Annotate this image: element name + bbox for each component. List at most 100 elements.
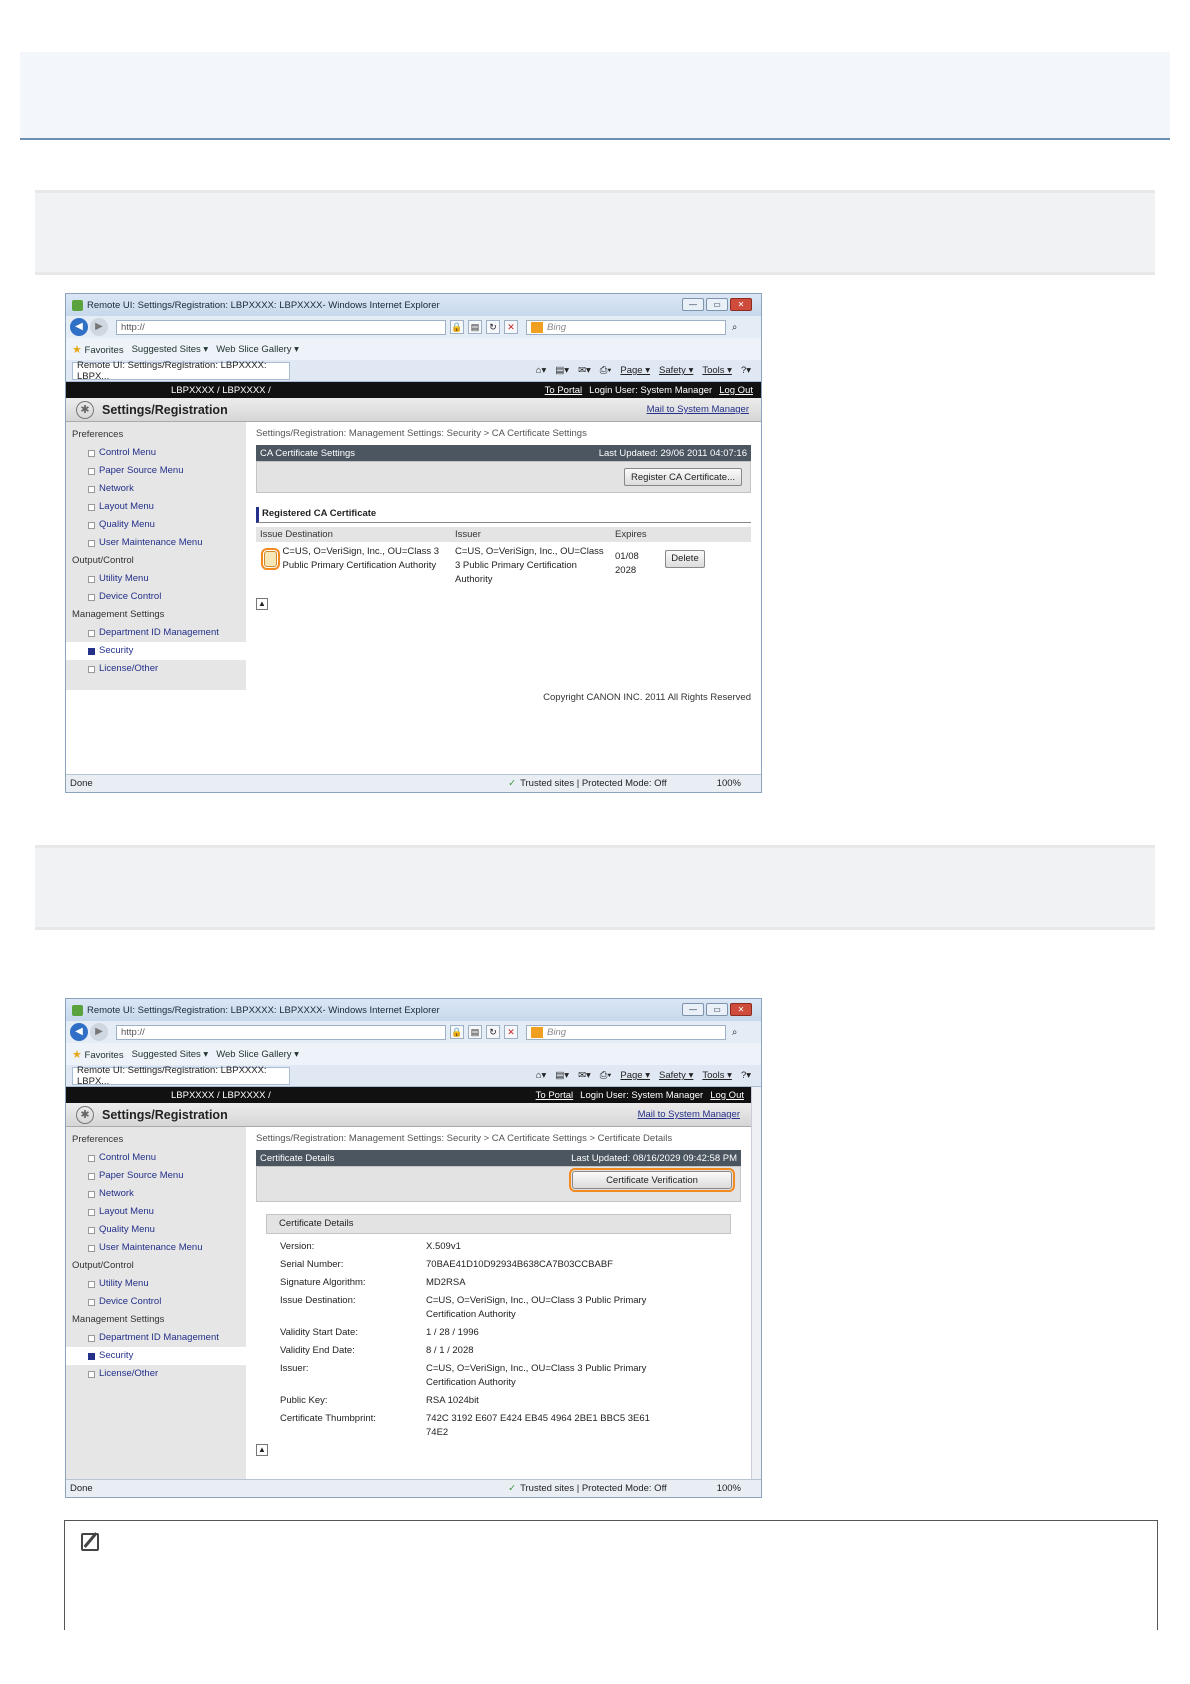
back-icon[interactable]: ◀ [70,318,88,336]
scroll-top-icon[interactable]: ▲ [256,1444,268,1456]
home-icon[interactable]: ⌂▾ [536,365,547,376]
sidebar-section-preferences: Preferences [72,1134,124,1145]
col-issue-destination: Issue Destination [256,527,451,542]
web-slice-gallery[interactable]: Web Slice Gallery ▾ [216,344,299,355]
close-button[interactable]: ✕ [730,298,752,311]
print-icon[interactable]: ⎙▾ [600,1070,612,1081]
sidebar-item-quality[interactable]: Quality Menu [66,516,246,534]
zoom-level[interactable]: 100% [717,778,741,789]
delete-button[interactable]: Delete [665,550,705,568]
device-bar: LBPXXXX / LBPXXXX / To Portal Login User… [66,1087,752,1103]
sidebar-item-utility[interactable]: Utility Menu [66,570,246,588]
sidebar-item-device-control[interactable]: Device Control [66,588,246,606]
compat-icon[interactable]: ▤ [468,320,482,334]
lock-icon[interactable]: 🔒 [450,320,464,334]
zoom-level[interactable]: 100% [717,1483,741,1494]
suggested-sites[interactable]: Suggested Sites ▾ [132,344,209,355]
detail-value: 70BAE41D10D92934B638CA7B03CCBABF [426,1259,613,1270]
sidebar-item-paper-source[interactable]: Paper Source Menu [66,1167,246,1185]
compat-icon[interactable]: ▤ [468,1025,482,1039]
sidebar-item-paper-source[interactable]: Paper Source Menu [66,462,246,480]
search-input[interactable]: Bing [526,319,726,335]
to-portal-link[interactable]: To Portal [545,385,583,396]
feeds-icon[interactable]: ▤▾ [555,1070,569,1081]
search-input[interactable]: Bing [526,1024,726,1040]
minimize-button[interactable]: — [682,1003,704,1016]
page-menu[interactable]: Page ▾ [620,1070,650,1081]
forward-icon[interactable]: ▶ [90,318,108,336]
suggested-sites[interactable]: Suggested Sites ▾ [132,1049,209,1060]
forward-icon[interactable]: ▶ [90,1023,108,1041]
back-icon[interactable]: ◀ [70,1023,88,1041]
command-bar: ⌂▾ ▤▾ ✉▾ ⎙▾ Page ▾ Safety ▾ Tools ▾ ?▾ [536,365,751,376]
tools-menu[interactable]: Tools ▾ [702,1070,732,1081]
refresh-icon[interactable]: ↻ [486,1025,500,1039]
sidebar-item-user-maintenance[interactable]: User Maintenance Menu [66,1239,246,1257]
sidebar-item-control-menu[interactable]: Control Menu [66,1149,246,1167]
mail-icon[interactable]: ✉▾ [578,1070,591,1081]
web-slice-gallery[interactable]: Web Slice Gallery ▾ [216,1049,299,1060]
home-icon[interactable]: ⌂▾ [536,1070,547,1081]
star-icon: ★ [72,1048,82,1061]
refresh-icon[interactable]: ↻ [486,320,500,334]
sidebar-item-license[interactable]: License/Other [66,660,246,678]
sidebar-item-quality[interactable]: Quality Menu [66,1221,246,1239]
browser-tab[interactable]: Remote UI: Settings/Registration: LBPXXX… [72,360,290,382]
register-ca-certificate-button[interactable]: Register CA Certificate... [623,468,742,486]
sidebar-item-device-control[interactable]: Device Control [66,1293,246,1311]
sidebar-item-control-menu[interactable]: Control Menu [66,444,246,462]
sidebar-item-utility[interactable]: Utility Menu [66,1275,246,1293]
help-icon[interactable]: ?▾ [741,365,751,376]
tools-menu[interactable]: Tools ▾ [702,365,732,376]
sidebar-item-security[interactable]: Security [66,642,246,660]
sidebar-item-layout[interactable]: Layout Menu [66,498,246,516]
maximize-button[interactable]: ▭ [706,1003,728,1016]
feeds-icon[interactable]: ▤▾ [555,365,569,376]
col-issuer: Issuer [451,527,611,542]
favorites-button[interactable]: ★ Favorites [72,1048,124,1061]
certificate-details-header: Certificate Details [266,1214,731,1234]
panel-header: Certificate Details Last Updated: 08/16/… [256,1150,741,1166]
maximize-button[interactable]: ▭ [706,298,728,311]
mail-icon[interactable]: ✉▾ [578,365,591,376]
browser-tab[interactable]: Remote UI: Settings/Registration: LBPXXX… [72,1065,290,1087]
vertical-scrollbar[interactable] [751,1087,761,1479]
close-button[interactable]: ✕ [730,1003,752,1016]
detail-label: Signature Algorithm: [280,1277,366,1288]
lock-icon[interactable]: 🔒 [450,1025,464,1039]
sidebar-item-security[interactable]: Security [66,1347,246,1365]
log-out-link[interactable]: Log Out [719,385,753,396]
sidebar-item-license[interactable]: License/Other [66,1365,246,1383]
mail-to-manager-link[interactable]: Mail to System Manager [647,404,749,415]
mail-to-manager-link[interactable]: Mail to System Manager [638,1109,740,1120]
detail-label: Public Key: [280,1395,328,1406]
certificate-verification-button[interactable]: Certificate Verification [569,1168,735,1192]
detail-row: Public Key: RSA 1024bit [280,1392,741,1410]
minimize-button[interactable]: — [682,298,704,311]
page-menu[interactable]: Page ▾ [620,365,650,376]
help-icon[interactable]: ?▾ [741,1070,751,1081]
print-icon[interactable]: ⎙▾ [600,365,612,376]
stop-icon[interactable]: ✕ [504,1025,518,1039]
safety-menu[interactable]: Safety ▾ [659,365,693,376]
scroll-top-icon[interactable]: ▲ [256,598,268,610]
sidebar-item-department-id[interactable]: Department ID Management [66,1329,246,1347]
to-portal-link[interactable]: To Portal [536,1090,574,1101]
search-icon[interactable]: ⌕ [732,1027,737,1038]
certificate-icon[interactable] [261,548,280,570]
address-input[interactable]: http:// [116,1024,446,1040]
sidebar-item-user-maintenance[interactable]: User Maintenance Menu [66,534,246,552]
favorites-bar: ★ Favorites Suggested Sites ▾ Web Slice … [66,1043,761,1065]
sidebar-item-department-id[interactable]: Department ID Management [66,624,246,642]
sidebar-item-layout[interactable]: Layout Menu [66,1203,246,1221]
sidebar-item-network[interactable]: Network [66,1185,246,1203]
status-done: Done [70,1483,93,1494]
breadcrumb: Settings/Registration: Management Settin… [256,1133,673,1144]
stop-icon[interactable]: ✕ [504,320,518,334]
search-icon[interactable]: ⌕ [732,322,737,333]
log-out-link[interactable]: Log Out [710,1090,744,1101]
safety-menu[interactable]: Safety ▾ [659,1070,693,1081]
address-input[interactable]: http:// [116,319,446,335]
favorites-button[interactable]: ★ Favorites [72,343,124,356]
sidebar-item-network[interactable]: Network [66,480,246,498]
